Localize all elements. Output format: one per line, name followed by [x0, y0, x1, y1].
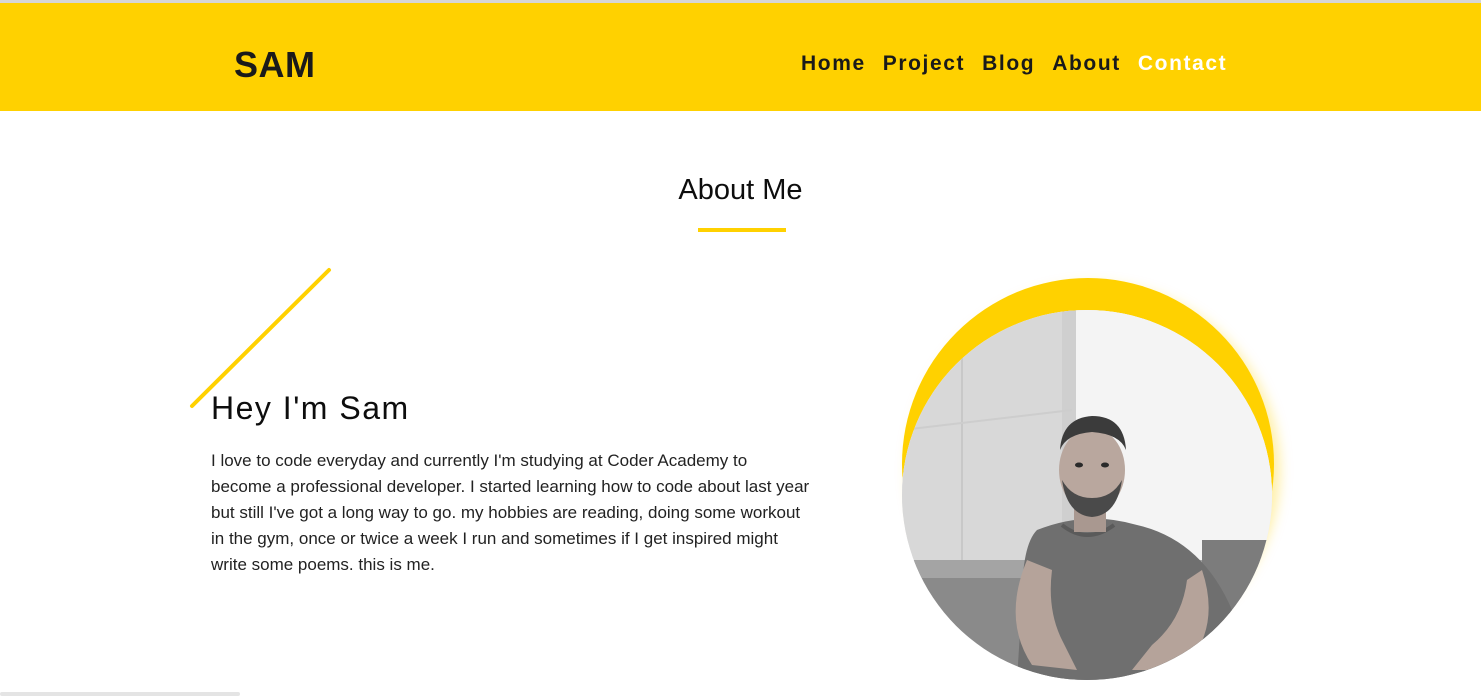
- nav-home[interactable]: Home: [801, 51, 866, 77]
- site-logo[interactable]: SAM: [234, 45, 316, 85]
- horizontal-scrollbar[interactable]: [0, 692, 240, 696]
- title-underline: [698, 228, 786, 232]
- profile-photo: [902, 310, 1272, 680]
- about-page: SAM Home Project Blog About Contact Abou…: [0, 0, 1481, 696]
- nav-contact[interactable]: Contact: [1138, 51, 1227, 77]
- site-header: SAM Home Project Blog About Contact: [0, 3, 1481, 111]
- section-title: About Me: [678, 174, 803, 206]
- nav-project[interactable]: Project: [883, 51, 965, 77]
- nav-about[interactable]: About: [1052, 51, 1121, 77]
- portrait-frame: [900, 278, 1275, 682]
- greeting-heading: Hey I'm Sam: [211, 390, 410, 426]
- main-nav: Home Project Blog About Contact: [801, 51, 1227, 77]
- nav-blog[interactable]: Blog: [982, 51, 1035, 77]
- profile-photo-illustration: [902, 310, 1272, 680]
- bio-paragraph: I love to code everyday and currently I'…: [211, 451, 810, 574]
